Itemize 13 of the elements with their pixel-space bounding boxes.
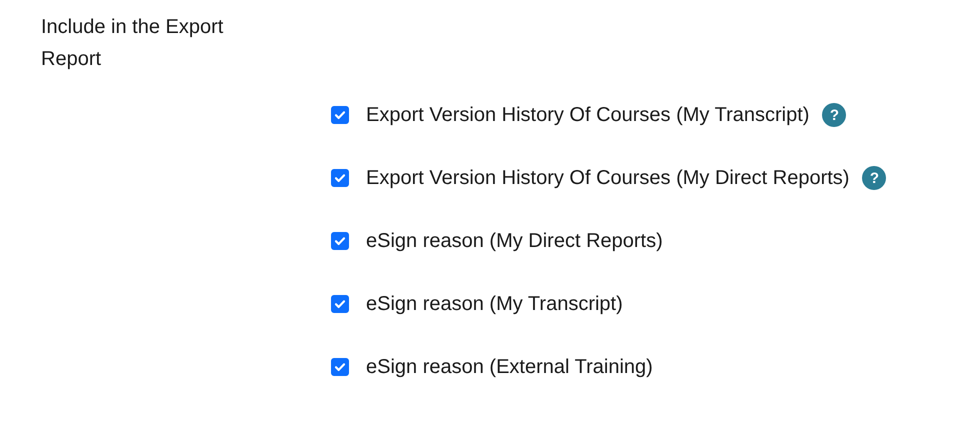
help-icon[interactable]: ?: [822, 103, 846, 127]
checkbox[interactable]: [331, 169, 349, 187]
section-label: Include in the Export Report: [41, 15, 224, 72]
checkbox[interactable]: [331, 232, 349, 250]
option-label: eSign reason (My Direct Reports): [366, 230, 663, 252]
option-label: eSign reason (My Transcript): [366, 292, 623, 316]
option-label: eSign reason (External Training): [366, 356, 653, 378]
checkbox[interactable]: [331, 358, 349, 376]
help-icon[interactable]: ?: [862, 166, 886, 190]
option-label: Export Version History Of Courses (My Transcript): [366, 104, 810, 126]
checkbox[interactable]: [331, 106, 349, 124]
option-label: Export Version History Of Courses (My Direct Reports): [366, 166, 850, 190]
checkbox[interactable]: [331, 295, 349, 313]
